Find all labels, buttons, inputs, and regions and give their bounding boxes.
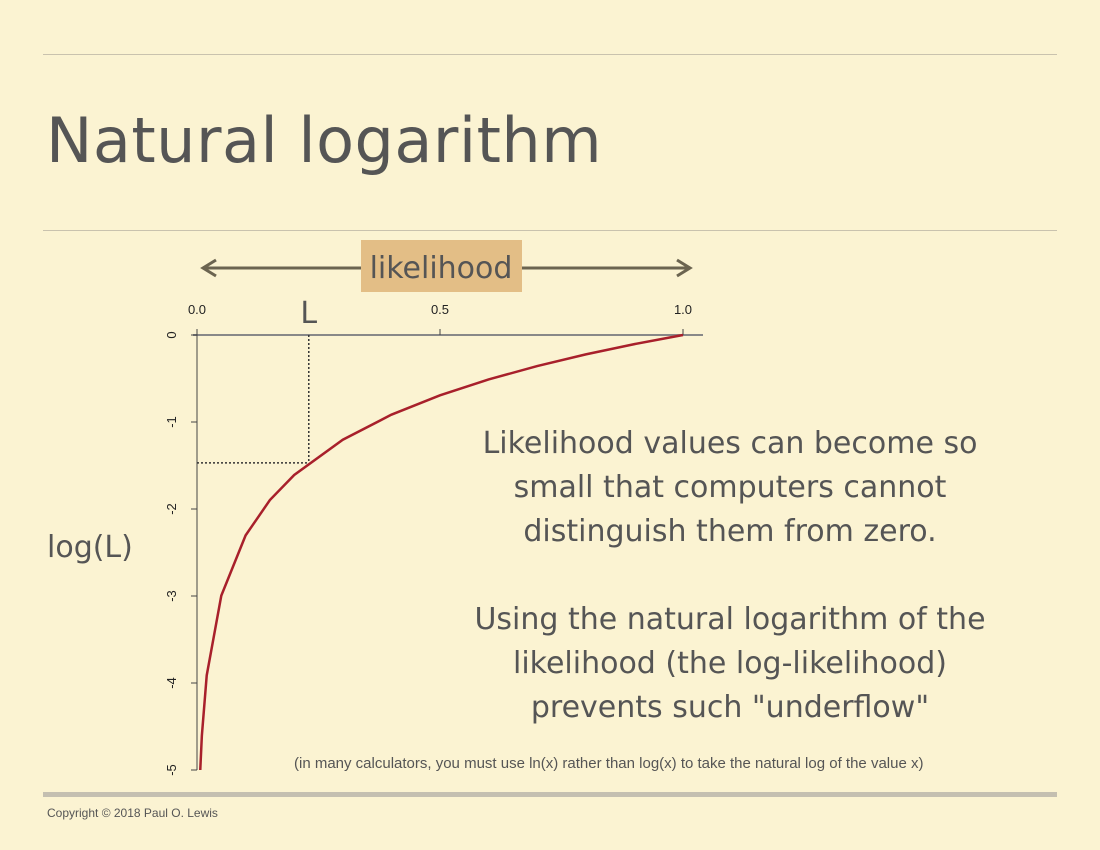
likelihood-label: likelihood (370, 251, 513, 286)
text-line: distinguish them from zero. (523, 514, 937, 549)
x-tick-label: 1.0 (674, 302, 692, 317)
bottom-rule (43, 792, 1057, 797)
y-tick-label: -1 (164, 416, 179, 428)
y-tick-label: 0 (164, 331, 179, 338)
x-tick-label: 0.5 (431, 302, 449, 317)
x-tick-label: 0.0 (188, 302, 206, 317)
text-line: small that computers cannot (513, 470, 947, 505)
y-tick-label: -4 (164, 677, 179, 689)
y-axis-label: log(L) (47, 530, 133, 565)
y-tick-label: -3 (164, 590, 179, 602)
text-line: Likelihood values can become so (482, 426, 978, 461)
text-line: likelihood (the log-likelihood) (512, 646, 947, 681)
text-block-2: Using the natural logarithm of the likel… (450, 598, 1010, 730)
copyright: Copyright © 2018 Paul O. Lewis (47, 806, 218, 820)
y-tick-label: -5 (164, 764, 179, 776)
y-tick-label: -2 (164, 503, 179, 515)
text-line: prevents such "underflow" (530, 690, 930, 725)
text-line: Using the natural logarithm of the (474, 602, 986, 637)
slide: Natural logarithm 0.0 0.5 1.0 0 -1 -2 -3 -4 -5 Ll… (0, 0, 1100, 850)
l-marker-label: L (300, 296, 317, 331)
calculator-note: (in many calculators, you must use ln(x)… (294, 755, 924, 772)
text-block-1: Likelihood values can become so small th… (450, 422, 1010, 554)
